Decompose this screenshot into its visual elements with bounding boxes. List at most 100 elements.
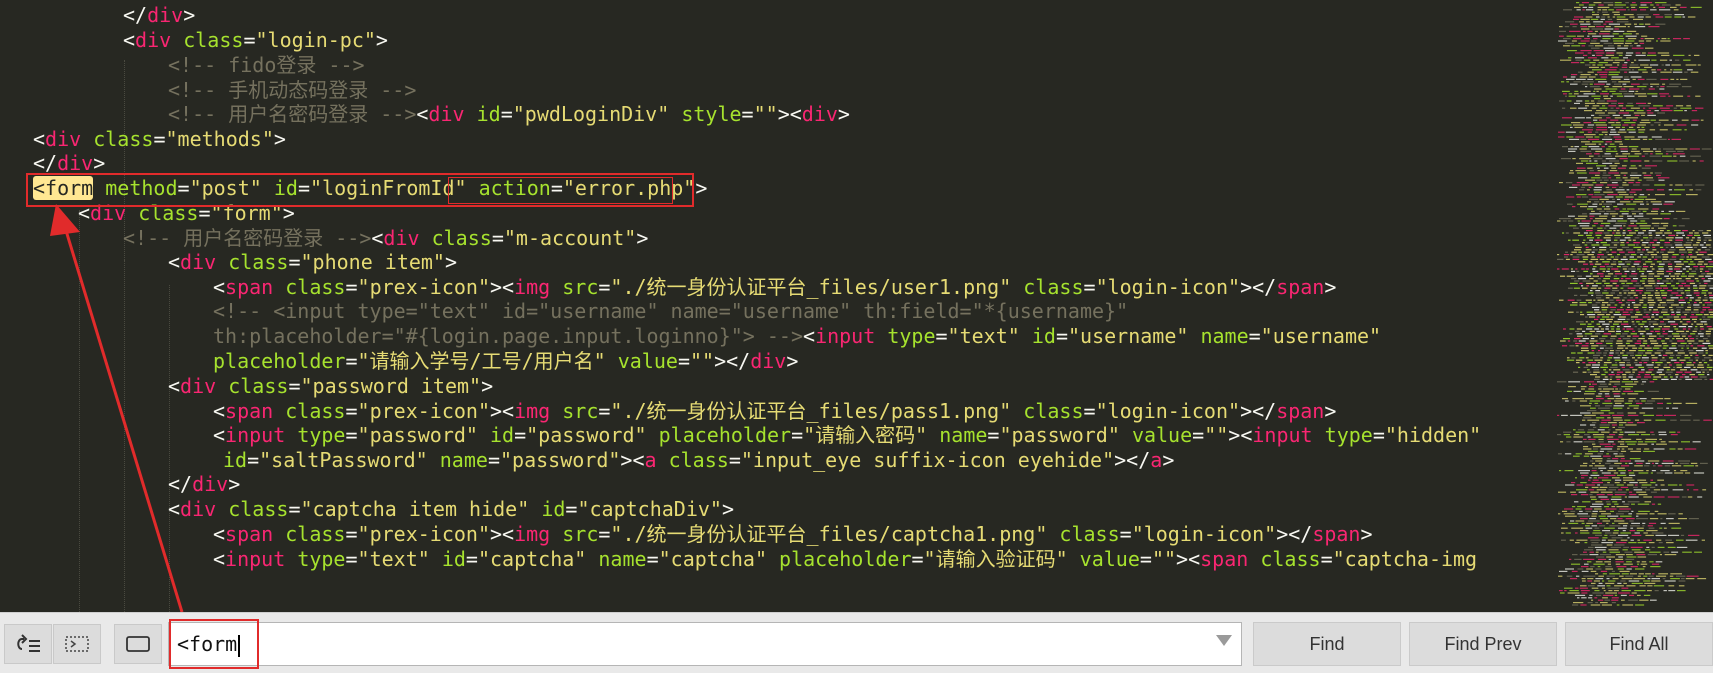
minimap-stroke: [1636, 518, 1649, 520]
minimap-stroke: [1668, 266, 1673, 268]
find-all-button[interactable]: Find All: [1565, 622, 1713, 666]
minimap-stroke: [1629, 494, 1637, 496]
minimap-stroke: [1651, 443, 1654, 445]
minimap-stroke: [1645, 573, 1651, 575]
minimap-stroke: [1620, 306, 1623, 308]
minimap-stroke: [1647, 194, 1650, 196]
minimap-stroke: [1643, 311, 1651, 313]
minimap-stroke: [1636, 491, 1647, 493]
minimap-stroke: [1634, 465, 1643, 467]
find-input[interactable]: <form: [168, 622, 1242, 666]
minimap-stroke: [1638, 59, 1650, 61]
minimap-stroke: [1585, 316, 1588, 318]
minimap-stroke: [1585, 321, 1588, 323]
minimap[interactable]: [1552, 0, 1713, 612]
minimap-stroke: [1664, 14, 1672, 16]
minimap-stroke: [1592, 64, 1596, 66]
minimap-stroke: [1634, 26, 1646, 28]
minimap-stroke: [1627, 304, 1630, 306]
minimap-stroke: [1638, 371, 1645, 373]
minimap-stroke: [1629, 232, 1636, 234]
code-token: "username": [1067, 324, 1189, 348]
minimap-stroke: [1626, 328, 1634, 330]
minimap-stroke: [1700, 369, 1708, 371]
minimap-stroke: [1638, 573, 1644, 575]
minimap-stroke: [1635, 33, 1639, 35]
minimap-stroke: [1609, 573, 1620, 575]
minimap-stroke: [1687, 239, 1690, 241]
minimap-stroke: [1602, 402, 1613, 404]
code-editor[interactable]: </div> <div class="login-pc"> <!-- fido登录 …: [0, 0, 1552, 612]
minimap-stroke: [1595, 184, 1604, 186]
minimap-stroke: [1566, 196, 1575, 198]
minimap-stroke: [1624, 330, 1629, 332]
code-token: <: [168, 374, 181, 398]
wrap-around-toggle[interactable]: [4, 624, 52, 664]
minimap-stroke: [1591, 347, 1596, 349]
minimap-stroke: [1636, 513, 1648, 515]
minimap-stroke: [1593, 477, 1597, 479]
minimap-stroke: [1642, 268, 1647, 270]
minimap-stroke: [1603, 167, 1609, 169]
minimap-stroke: [1634, 153, 1642, 155]
in-selection-toggle[interactable]: [53, 624, 101, 664]
minimap-stroke: [1568, 287, 1573, 289]
minimap-stroke: [1630, 333, 1637, 335]
minimap-stroke: [1609, 143, 1615, 145]
highlight-matches-toggle[interactable]: [114, 624, 162, 664]
minimap-stroke: [1668, 513, 1676, 515]
minimap-stroke: [1664, 465, 1671, 467]
minimap-stroke: [1563, 434, 1570, 436]
minimap-stroke: [1592, 458, 1603, 460]
minimap-stroke: [1692, 330, 1697, 332]
minimap-stroke: [1659, 323, 1666, 325]
minimap-stroke: [1602, 323, 1610, 325]
minimap-stroke: [1672, 287, 1678, 289]
minimap-stroke: [1628, 225, 1637, 227]
minimap-stroke: [1558, 575, 1563, 577]
minimap-stroke: [1576, 2, 1580, 4]
minimap-stroke: [1585, 357, 1589, 359]
minimap-stroke: [1658, 304, 1661, 306]
code-line: <span class="prex-icon"><img src="./统一身份…: [213, 521, 1373, 548]
minimap-stroke: [1701, 246, 1707, 248]
minimap-stroke: [1623, 582, 1627, 584]
minimap-stroke: [1648, 232, 1652, 234]
minimap-stroke: [1633, 407, 1639, 409]
minimap-stroke: [1611, 371, 1614, 373]
minimap-stroke: [1575, 453, 1582, 455]
minimap-stroke: [1596, 494, 1605, 496]
minimap-stroke: [1675, 148, 1688, 150]
find-button[interactable]: Find: [1253, 622, 1401, 666]
minimap-stroke: [1689, 338, 1695, 340]
minimap-stroke: [1617, 64, 1620, 66]
find-prev-button[interactable]: Find Prev: [1409, 622, 1557, 666]
minimap-stroke: [1613, 234, 1622, 236]
minimap-stroke: [1651, 210, 1658, 212]
minimap-stroke: [1608, 9, 1614, 11]
minimap-stroke: [1687, 16, 1696, 18]
minimap-stroke: [1632, 347, 1638, 349]
minimap-stroke: [1565, 258, 1570, 260]
minimap-stroke: [1596, 179, 1603, 181]
minimap-stroke: [1623, 256, 1627, 258]
minimap-stroke: [1649, 242, 1655, 244]
minimap-stroke: [1631, 148, 1637, 150]
minimap-stroke: [1576, 489, 1588, 491]
minimap-stroke: [1652, 347, 1660, 349]
minimap-stroke: [1679, 6, 1687, 8]
find-history-dropdown-icon[interactable]: [1216, 635, 1232, 646]
minimap-stroke: [1569, 225, 1577, 227]
minimap-stroke: [1571, 45, 1581, 47]
minimap-stroke: [1647, 294, 1654, 296]
minimap-stroke: [1568, 95, 1576, 97]
minimap-stroke: [1605, 150, 1618, 152]
minimap-stroke: [1704, 282, 1708, 284]
minimap-stroke: [1563, 328, 1566, 330]
minimap-stroke: [1640, 378, 1648, 380]
minimap-stroke: [1600, 366, 1608, 368]
minimap-stroke: [1618, 489, 1623, 491]
minimap-stroke: [1651, 314, 1654, 316]
minimap-stroke: [1641, 359, 1649, 361]
